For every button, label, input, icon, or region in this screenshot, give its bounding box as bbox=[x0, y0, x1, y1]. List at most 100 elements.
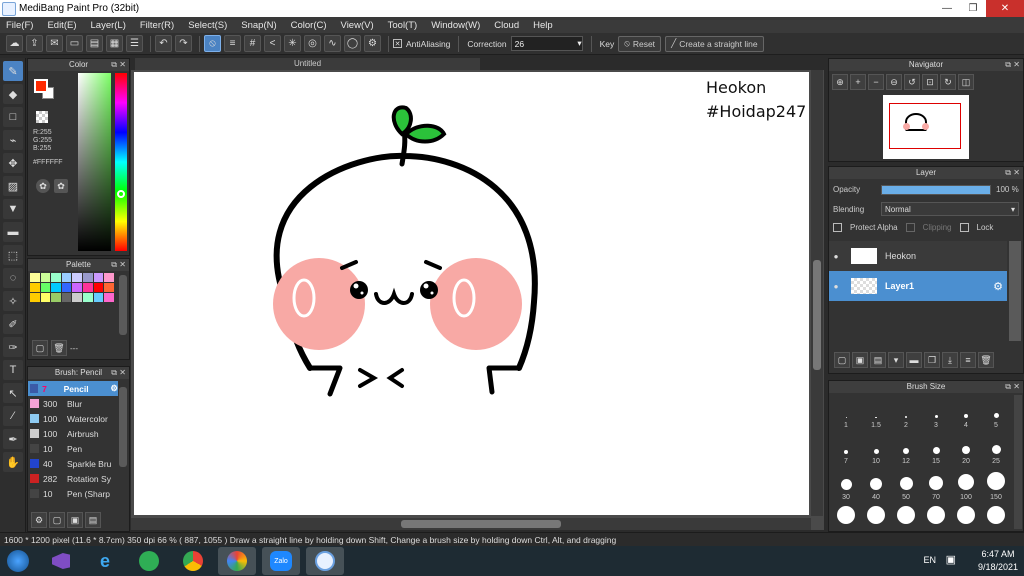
menu-snap[interactable]: Snap(N) bbox=[241, 20, 276, 31]
vertical-scrollbar[interactable] bbox=[811, 70, 823, 516]
curve-snap-icon[interactable]: ∿ bbox=[324, 35, 341, 52]
correction-select[interactable]: 26 ▾ bbox=[510, 36, 583, 51]
gear-icon[interactable]: ⚙ bbox=[993, 280, 1003, 293]
brush-size-option[interactable]: 2 bbox=[891, 395, 921, 431]
brush-size-option[interactable]: 50 bbox=[891, 467, 921, 503]
parallel-snap-icon[interactable]: ≡ bbox=[224, 35, 241, 52]
blending-select[interactable]: Normal ▾ bbox=[881, 202, 1019, 216]
palette-swatch[interactable] bbox=[72, 273, 82, 282]
brush-size-option[interactable]: 100 bbox=[951, 467, 981, 503]
drawing-canvas[interactable]: Heokon #Hoidap247 bbox=[134, 72, 809, 515]
brush-size-option[interactable]: 12 bbox=[891, 431, 921, 467]
color-picker-square[interactable] bbox=[78, 73, 111, 251]
palette-swatch[interactable] bbox=[40, 283, 51, 292]
brush-size-option[interactable]: 1 bbox=[831, 395, 861, 431]
palette-swatch[interactable] bbox=[82, 283, 93, 292]
brush-size-option[interactable]: 40 bbox=[861, 467, 891, 503]
reset-button[interactable]: ⦸ Reset bbox=[618, 35, 662, 52]
menu-help[interactable]: Help bbox=[533, 20, 553, 31]
brush-size-option[interactable]: 7 bbox=[831, 431, 861, 467]
layout-icon[interactable]: ▦ bbox=[106, 35, 123, 52]
rotate-right-icon[interactable]: ↻ bbox=[940, 74, 956, 90]
brush-size-option[interactable]: 20 bbox=[951, 431, 981, 467]
medibang-icon[interactable] bbox=[306, 547, 344, 575]
brush-size-option[interactable] bbox=[891, 503, 921, 527]
palette-scrollbar[interactable] bbox=[119, 275, 127, 335]
brush-size-option[interactable]: 3 bbox=[921, 395, 951, 431]
protect-alpha-checkbox[interactable] bbox=[833, 223, 842, 232]
brush-list-item[interactable]: 10 Pen (Sharp bbox=[28, 486, 118, 501]
layer-properties-icon[interactable]: ≡ bbox=[960, 352, 976, 368]
panel-detach-icon[interactable]: ⧉ bbox=[1005, 59, 1011, 71]
brush-size-option[interactable]: 4 bbox=[951, 395, 981, 431]
menu-tool[interactable]: Tool(T) bbox=[388, 20, 418, 31]
navigator-preview[interactable] bbox=[883, 95, 969, 159]
layer-row-selected[interactable]: ● Layer1 ⚙ bbox=[829, 271, 1007, 301]
brush-scrollbar[interactable] bbox=[119, 387, 127, 467]
layer-scrollbar[interactable] bbox=[1009, 241, 1021, 341]
eraser-tool-icon[interactable]: ◆ bbox=[3, 84, 23, 104]
palette-swatch[interactable] bbox=[40, 293, 51, 302]
color-mode-icon-2[interactable]: ✿ bbox=[54, 179, 68, 193]
palette-swatch[interactable] bbox=[72, 283, 82, 292]
tray-icon[interactable]: ▣ bbox=[946, 553, 956, 566]
text-tool-icon[interactable]: T bbox=[3, 360, 23, 380]
menu-select[interactable]: Select(S) bbox=[188, 20, 227, 31]
maximize-button[interactable]: ❐ bbox=[960, 0, 986, 17]
ellipse-snap-icon[interactable]: ◯ bbox=[344, 35, 361, 52]
brush-size-option[interactable]: 30 bbox=[831, 467, 861, 503]
palette-swatch[interactable] bbox=[30, 283, 40, 292]
hand-tool-icon[interactable]: ✋ bbox=[3, 452, 23, 472]
brush-size-option[interactable] bbox=[861, 503, 891, 527]
undo-icon[interactable]: ↶ bbox=[155, 35, 172, 52]
canvas-tab[interactable]: Untitled bbox=[135, 58, 480, 70]
palette-swatch[interactable] bbox=[61, 283, 72, 292]
brush-settings-icon[interactable]: ⚙ bbox=[31, 512, 47, 528]
palette-swatch[interactable] bbox=[82, 293, 93, 302]
brush-list-item[interactable]: 100 Watercolor bbox=[28, 411, 118, 426]
brush-size-option[interactable] bbox=[831, 503, 861, 527]
panel-close-icon[interactable]: ✕ bbox=[119, 367, 126, 379]
panel-close-icon[interactable]: ✕ bbox=[1013, 59, 1020, 71]
delete-palette-icon[interactable]: 🗑 bbox=[51, 340, 67, 356]
zoom-out-icon[interactable]: − bbox=[868, 74, 884, 90]
list-icon[interactable]: ☰ bbox=[126, 35, 143, 52]
horizontal-scroll-thumb[interactable] bbox=[401, 520, 561, 528]
comment-icon[interactable]: ✉ bbox=[46, 35, 63, 52]
palette-swatch[interactable] bbox=[93, 283, 104, 292]
lasso-tool-icon[interactable]: ◌ bbox=[3, 268, 23, 288]
brush-list-item[interactable]: 10 Pen bbox=[28, 441, 118, 456]
magic-wand-icon[interactable]: ✧ bbox=[3, 291, 23, 311]
brush-list-item[interactable]: 282 Rotation Sy bbox=[28, 471, 118, 486]
menu-window[interactable]: Window(W) bbox=[431, 20, 480, 31]
palette-swatch[interactable] bbox=[93, 273, 104, 282]
close-button[interactable]: ✕ bbox=[986, 0, 1024, 17]
chrome-icon[interactable] bbox=[174, 547, 212, 575]
straight-line-button[interactable]: ╱ Create a straight line bbox=[665, 35, 764, 52]
menu-cloud[interactable]: Cloud bbox=[494, 20, 519, 31]
brush-size-option[interactable] bbox=[921, 503, 951, 527]
concentric-snap-icon[interactable]: ◎ bbox=[304, 35, 321, 52]
palette-swatch[interactable] bbox=[30, 273, 40, 282]
palette-swatch[interactable] bbox=[61, 293, 72, 302]
vertical-scroll-thumb[interactable] bbox=[813, 260, 821, 370]
panel-close-icon[interactable]: ✕ bbox=[1013, 167, 1020, 179]
system-clock[interactable]: 6:47 AM 9/18/2021 bbox=[978, 548, 1018, 574]
add-layer-menu-icon[interactable]: ▾ bbox=[888, 352, 904, 368]
palette-swatch[interactable] bbox=[104, 283, 114, 292]
menu-filter[interactable]: Filter(R) bbox=[140, 20, 174, 31]
gear-icon[interactable]: ⚙ bbox=[110, 383, 118, 394]
select-tool-icon[interactable]: ⬚ bbox=[3, 245, 23, 265]
brush-size-option[interactable] bbox=[951, 503, 981, 527]
coccoc-browser-icon[interactable] bbox=[130, 547, 168, 575]
palette-swatch[interactable] bbox=[51, 293, 61, 302]
new-brush-icon[interactable]: ▢ bbox=[49, 512, 65, 528]
brush-doc-icon[interactable]: ▤ bbox=[85, 512, 101, 528]
perspective-snap-icon[interactable]: < bbox=[264, 35, 281, 52]
brush-list-item[interactable]: 100 Airbrush bbox=[28, 426, 118, 441]
layer-row[interactable]: ● Heokon bbox=[829, 241, 1007, 271]
select-eraser-icon[interactable]: ✑ bbox=[3, 337, 23, 357]
palette-swatch[interactable] bbox=[40, 273, 51, 282]
shape-tool-icon[interactable]: □ bbox=[3, 107, 23, 127]
antialiasing-checkbox[interactable]: ✕ bbox=[393, 39, 402, 48]
